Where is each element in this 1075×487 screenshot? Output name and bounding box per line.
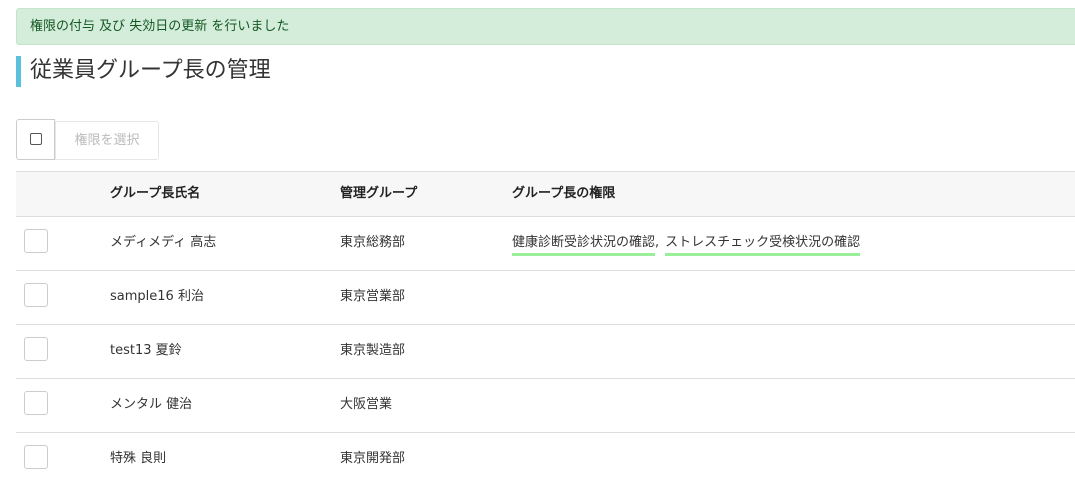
row-checkbox[interactable] bbox=[24, 283, 48, 307]
table-header: グループ長氏名 管理グループ グループ長の権限 bbox=[16, 171, 1075, 217]
group-leader-table: グループ長氏名 管理グループ グループ長の権限 メディメディ 高志 東京総務部 … bbox=[16, 171, 1075, 487]
managed-group: 大阪営業 bbox=[340, 397, 393, 412]
row-checkbox[interactable] bbox=[24, 391, 48, 415]
header-permissions: グループ長の権限 bbox=[512, 186, 616, 201]
table-row: メディメディ 高志 東京総務部 健康診断受診状況の確認, ストレスチェック受検状況… bbox=[16, 217, 1075, 271]
alert-message: 権限の付与 及び 失効日の更新 を行いました bbox=[30, 19, 290, 34]
table-row: test13 夏鈴 東京製造部 bbox=[16, 325, 1075, 379]
row-checkbox[interactable] bbox=[24, 229, 48, 253]
success-alert: 権限の付与 及び 失効日の更新 を行いました bbox=[16, 8, 1075, 45]
table-row: メンタル 健治 大阪営業 bbox=[16, 379, 1075, 433]
table-row: 特殊 良則 東京開発部 bbox=[16, 433, 1075, 487]
leader-name: sample16 利治 bbox=[110, 289, 204, 304]
managed-group: 東京開発部 bbox=[340, 451, 406, 466]
leader-name: test13 夏鈴 bbox=[110, 343, 182, 358]
header-name: グループ長氏名 bbox=[110, 186, 201, 201]
managed-group: 東京営業部 bbox=[340, 289, 406, 304]
page-title: 従業員グループ長の管理 bbox=[16, 56, 271, 87]
select-all-checkbox[interactable] bbox=[30, 133, 42, 145]
permission-tag[interactable]: ストレスチェック受検状況の確認 bbox=[665, 234, 861, 256]
header-group: 管理グループ bbox=[340, 186, 418, 201]
leader-name: メンタル 健治 bbox=[110, 397, 193, 412]
table-body: メディメディ 高志 東京総務部 健康診断受診状況の確認, ストレスチェック受検状況… bbox=[16, 217, 1075, 487]
permission-tag[interactable]: 健康診断受診状況の確認 bbox=[512, 234, 656, 256]
leader-name: 特殊 良則 bbox=[110, 451, 167, 466]
leader-permissions: 健康診断受診状況の確認, ストレスチェック受検状況の確認 bbox=[512, 217, 861, 269]
managed-group: 東京製造部 bbox=[340, 343, 406, 358]
table-row: sample16 利治 東京営業部 bbox=[16, 271, 1075, 325]
select-all-checkbox-box[interactable] bbox=[16, 119, 55, 160]
row-checkbox[interactable] bbox=[24, 445, 48, 469]
managed-group: 東京総務部 bbox=[340, 235, 406, 250]
leader-name: メディメディ 高志 bbox=[110, 235, 217, 250]
select-permission-button[interactable]: 権限を選択 bbox=[55, 121, 159, 160]
permission-separator: , bbox=[655, 235, 660, 250]
row-checkbox[interactable] bbox=[24, 337, 48, 361]
